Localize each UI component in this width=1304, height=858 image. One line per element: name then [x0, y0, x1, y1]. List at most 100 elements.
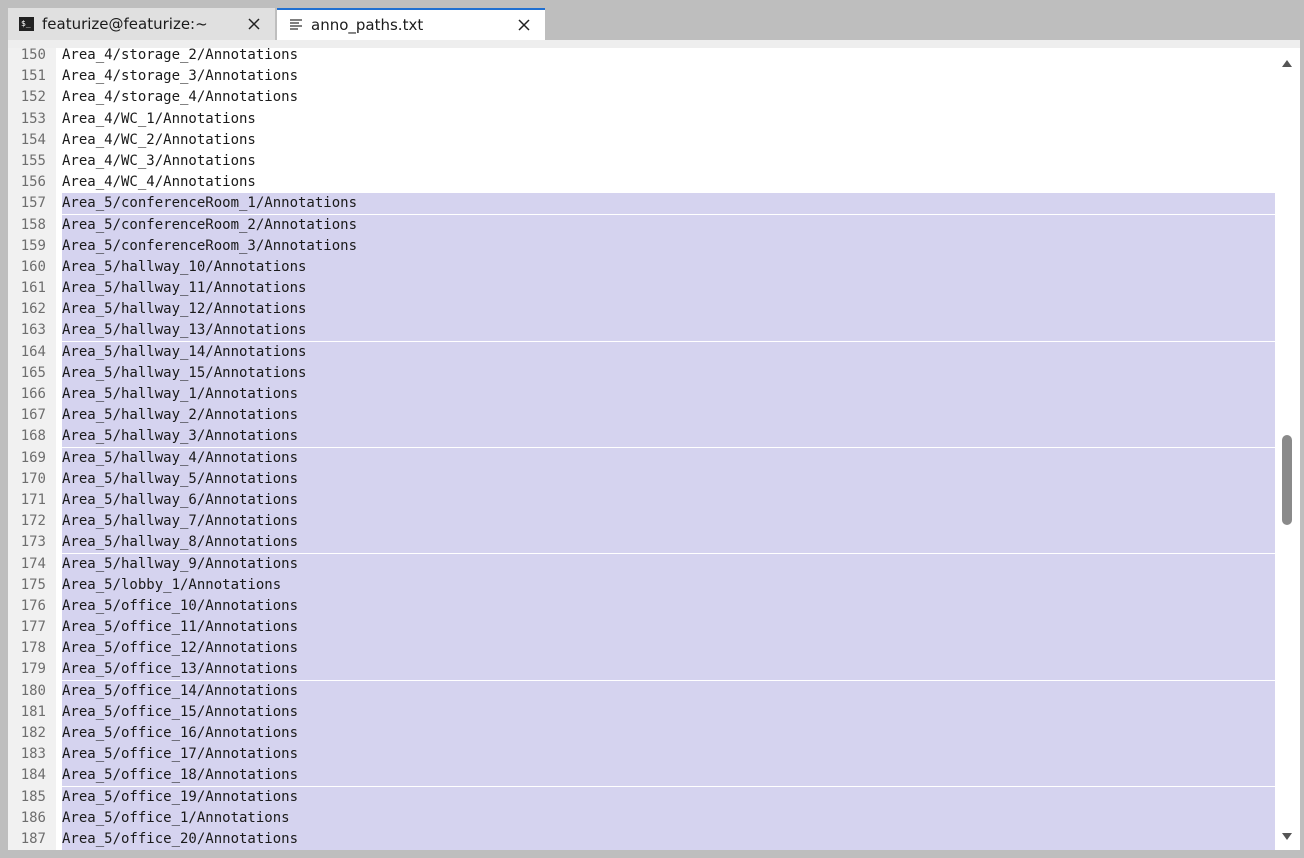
editor-line[interactable]: 170 Area_5/hallway_5/Annotations [8, 468, 1275, 490]
line-text[interactable]: Area_5/conferenceRoom_2/Annotations [62, 214, 1275, 236]
editor-line[interactable]: 161 Area_5/hallway_11/Annotations [8, 278, 1275, 300]
tab-anno-paths[interactable]: anno_paths.txt [277, 8, 545, 40]
editor-line[interactable]: 174 Area_5/hallway_9/Annotations [8, 553, 1275, 575]
line-text[interactable]: Area_5/office_10/Annotations [62, 595, 1275, 617]
editor-line[interactable]: 154 Area_4/WC_2/Annotations [8, 130, 1275, 151]
line-text[interactable]: Area_5/office_19/Annotations [62, 786, 1275, 808]
line-text[interactable]: Area_5/office_12/Annotations [62, 638, 1275, 660]
line-text[interactable]: Area_5/office_18/Annotations [62, 765, 1275, 787]
close-icon[interactable] [516, 17, 532, 33]
editor-line[interactable]: 165 Area_5/hallway_15/Annotations [8, 362, 1275, 384]
scroll-up-arrow-icon[interactable] [1281, 58, 1293, 68]
line-text[interactable]: Area_5/hallway_3/Annotations [62, 426, 1275, 448]
editor-line[interactable]: 166 Area_5/hallway_1/Annotations [8, 384, 1275, 405]
line-number: 186 [20, 809, 46, 826]
line-text[interactable]: Area_4/WC_3/Annotations [62, 151, 1275, 172]
editor-line[interactable]: 159 Area_5/conferenceRoom_3/Annotations [8, 235, 1275, 257]
line-text[interactable]: Area_5/hallway_14/Annotations [62, 341, 1275, 363]
line-text[interactable]: Area_5/office_13/Annotations [62, 659, 1275, 681]
line-text[interactable]: Area_5/hallway_7/Annotations [62, 511, 1275, 533]
line-text[interactable]: Area_5/office_17/Annotations [62, 744, 1275, 766]
line-number: 177 [20, 619, 46, 636]
editor-line[interactable]: 156 Area_4/WC_4/Annotations [8, 172, 1275, 193]
editor-line[interactable]: 155 Area_4/WC_3/Annotations [8, 151, 1275, 172]
line-text[interactable]: Area_5/hallway_4/Annotations [62, 447, 1275, 469]
editor-line[interactable]: 162 Area_5/hallway_12/Annotations [8, 299, 1275, 321]
line-number: 152 [20, 89, 46, 106]
editor-line[interactable]: 178 Area_5/office_12/Annotations [8, 638, 1275, 660]
editor-line[interactable]: 183 Area_5/office_17/Annotations [8, 744, 1275, 766]
line-text[interactable]: Area_5/conferenceRoom_1/Annotations [62, 193, 1275, 215]
line-text[interactable]: Area_5/hallway_6/Annotations [62, 489, 1275, 511]
line-text[interactable]: Area_5/hallway_12/Annotations [62, 299, 1275, 321]
scroll-down-arrow-icon[interactable] [1281, 832, 1293, 842]
editor-line[interactable]: 176 Area_5/office_10/Annotations [8, 595, 1275, 617]
editor-line[interactable]: 173 Area_5/hallway_8/Annotations [8, 532, 1275, 554]
line-text[interactable]: Area_5/office_20/Annotations [62, 828, 1275, 850]
line-number: 156 [20, 174, 46, 191]
editor-line[interactable]: 171 Area_5/hallway_6/Annotations [8, 489, 1275, 511]
editor-line[interactable]: 158 Area_5/conferenceRoom_2/Annotations [8, 214, 1275, 236]
line-text[interactable]: Area_5/office_15/Annotations [62, 701, 1275, 723]
editor-line[interactable]: 152 Area_4/storage_4/Annotations [8, 87, 1275, 108]
line-text[interactable]: Area_5/lobby_1/Annotations [62, 574, 1275, 596]
editor-line[interactable]: 185 Area_5/office_19/Annotations [8, 786, 1275, 808]
editor-line[interactable]: 163 Area_5/hallway_13/Annotations [8, 320, 1275, 342]
line-text[interactable]: Area_5/hallway_15/Annotations [62, 362, 1275, 384]
line-text[interactable]: Area_5/office_14/Annotations [62, 680, 1275, 702]
line-number: 174 [20, 555, 46, 572]
line-text[interactable]: Area_5/conferenceRoom_3/Annotations [62, 235, 1275, 257]
line-text[interactable]: Area_5/office_16/Annotations [62, 723, 1275, 744]
editor-line[interactable]: 186 Area_5/office_1/Annotations [8, 807, 1275, 829]
line-text[interactable]: Area_5/office_11/Annotations [62, 617, 1275, 639]
line-number: 175 [20, 576, 46, 593]
line-number: 155 [20, 152, 46, 169]
editor-line[interactable]: 184 Area_5/office_18/Annotations [8, 765, 1275, 787]
line-text[interactable]: Area_5/hallway_1/Annotations [62, 384, 1275, 405]
line-number: 170 [20, 470, 46, 487]
line-text[interactable]: Area_5/hallway_10/Annotations [62, 256, 1275, 278]
line-text[interactable]: Area_5/office_1/Annotations [62, 807, 1275, 829]
text-editor[interactable]: 150 Area_4/storage_2/Annotations 151 Area_4… [8, 40, 1300, 850]
editor-line[interactable]: 175 Area_5/lobby_1/Annotations [8, 574, 1275, 596]
line-text[interactable]: Area_4/storage_4/Annotations [62, 87, 1275, 108]
line-text[interactable]: Area_5/hallway_11/Annotations [62, 278, 1275, 300]
editor-line[interactable]: 177 Area_5/office_11/Annotations [8, 617, 1275, 639]
editor-line[interactable]: 164 Area_5/hallway_14/Annotations [8, 341, 1275, 363]
editor-line[interactable]: 167 Area_5/hallway_2/Annotations [8, 405, 1275, 427]
line-text[interactable]: Area_5/hallway_9/Annotations [62, 553, 1275, 575]
editor-lines[interactable]: 150 Area_4/storage_2/Annotations 151 Area_4… [8, 48, 1275, 850]
line-text[interactable]: Area_5/hallway_5/Annotations [62, 468, 1275, 490]
editor-line[interactable]: 182 Area_5/office_16/Annotations [8, 723, 1275, 744]
line-text[interactable]: Area_4/WC_4/Annotations [62, 172, 1275, 193]
editor-line[interactable]: 160 Area_5/hallway_10/Annotations [8, 256, 1275, 278]
text-file-icon [290, 19, 302, 30]
editor-line[interactable]: 181 Area_5/office_15/Annotations [8, 701, 1275, 723]
close-icon[interactable] [246, 16, 262, 32]
vertical-scrollbar[interactable] [1275, 48, 1300, 850]
editor-line[interactable]: 180 Area_5/office_14/Annotations [8, 680, 1275, 702]
editor-line[interactable]: 153 Area_4/WC_1/Annotations [8, 109, 1275, 130]
editor-line[interactable]: 168 Area_5/hallway_3/Annotations [8, 426, 1275, 448]
line-text[interactable]: Area_5/hallway_2/Annotations [62, 405, 1275, 427]
editor-line[interactable]: 151 Area_4/storage_3/Annotations [8, 66, 1275, 87]
line-text[interactable]: Area_4/WC_2/Annotations [62, 130, 1275, 151]
line-number: 187 [20, 830, 46, 847]
line-text[interactable]: Area_5/hallway_13/Annotations [62, 320, 1275, 342]
line-number: 166 [20, 386, 46, 402]
scrollbar-thumb[interactable] [1282, 435, 1292, 525]
line-number: 169 [20, 449, 46, 466]
tab-terminal[interactable]: $_ featurize@featurize:~ [8, 8, 275, 40]
editor-line[interactable]: 172 Area_5/hallway_7/Annotations [8, 511, 1275, 533]
line-text[interactable]: Area_4/storage_2/Annotations [62, 48, 1275, 66]
editor-line[interactable]: 179 Area_5/office_13/Annotations [8, 659, 1275, 681]
line-number: 183 [20, 746, 46, 763]
line-number: 154 [20, 131, 46, 148]
line-text[interactable]: Area_4/WC_1/Annotations [62, 109, 1275, 130]
editor-line[interactable]: 187 Area_5/office_20/Annotations [8, 828, 1275, 850]
editor-line[interactable]: 150 Area_4/storage_2/Annotations [8, 48, 1275, 66]
editor-line[interactable]: 157 Area_5/conferenceRoom_1/Annotations [8, 193, 1275, 215]
line-text[interactable]: Area_4/storage_3/Annotations [62, 66, 1275, 87]
editor-line[interactable]: 169 Area_5/hallway_4/Annotations [8, 447, 1275, 469]
line-text[interactable]: Area_5/hallway_8/Annotations [62, 532, 1275, 554]
